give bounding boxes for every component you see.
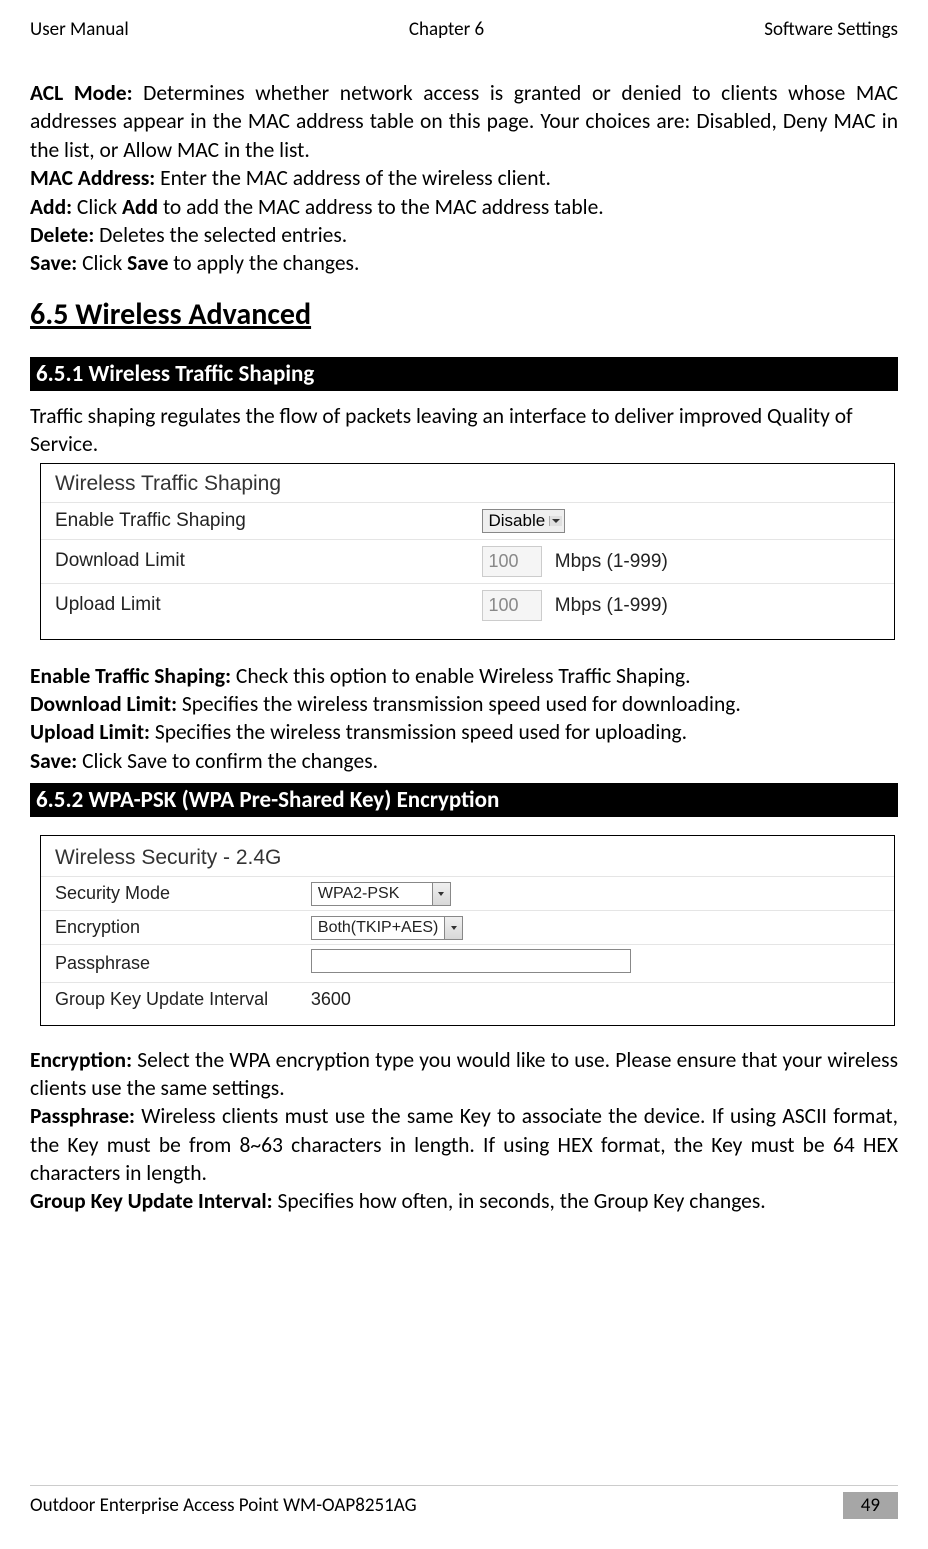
save-ts-label: Save:: [30, 748, 77, 774]
passphrase-desc-label: Passphrase:: [30, 1103, 135, 1129]
header-center: Chapter 6: [409, 18, 484, 41]
chevron-down-icon: [444, 917, 462, 939]
encryption-label: Encryption: [41, 911, 297, 945]
table-row: Enable Traffic Shaping Disable: [41, 502, 894, 539]
security-mode-label: Security Mode: [41, 877, 297, 911]
save-text-post: to apply the changes.: [168, 250, 359, 276]
upload-limit-input[interactable]: 100: [482, 590, 542, 621]
table-row: Security Mode WPA2-PSK: [41, 877, 894, 911]
add-text-post: to add the MAC address to the MAC addres…: [158, 194, 604, 220]
save-text-pre: Click: [77, 250, 127, 276]
ul-limit-label: Upload Limit:: [30, 719, 150, 745]
subsection-6-5-1-header: 6.5.1 Wireless Traffic Shaping: [30, 357, 898, 391]
page-footer: Outdoor Enterprise Access Point WM-OAP82…: [30, 1485, 898, 1519]
section-6-5-title: 6.5 Wireless Advanced: [30, 296, 898, 333]
download-limit-label: Download Limit: [41, 539, 468, 583]
delete-label: Delete:: [30, 222, 94, 248]
passphrase-input[interactable]: [311, 949, 631, 973]
footer-page-number: 49: [843, 1492, 898, 1519]
delete-text: Deletes the selected entries.: [94, 222, 347, 248]
page-header: User Manual Chapter 6 Software Settings: [30, 18, 898, 41]
table-row: Download Limit 100 Mbps (1-999): [41, 539, 894, 583]
add-label: Add:: [30, 194, 72, 220]
mac-address-label: MAC Address:: [30, 165, 155, 191]
download-limit-unit: Mbps (1-999): [555, 551, 668, 572]
security-mode-value: WPA2-PSK: [312, 883, 432, 905]
ul-limit-text: Specifies the wireless transmission spee…: [150, 719, 687, 745]
definitions-block-1: ACL Mode: Determines whether network acc…: [30, 79, 898, 278]
group-key-label: Group Key Update Interval: [41, 983, 297, 1017]
encryption-desc-text: Select the WPA encryption type you would…: [30, 1047, 898, 1101]
dl-limit-label: Download Limit:: [30, 691, 177, 717]
enable-ts-label: Enable Traffic Shaping:: [30, 663, 231, 689]
save-bold: Save: [127, 250, 168, 276]
dl-limit-text: Specifies the wireless transmission spee…: [177, 691, 741, 717]
table-row: Group Key Update Interval 3600: [41, 983, 894, 1017]
upload-limit-unit: Mbps (1-999): [555, 595, 668, 616]
download-limit-input[interactable]: 100: [482, 546, 542, 577]
enable-traffic-select[interactable]: Disable: [482, 509, 566, 533]
traffic-shaping-panel-title: Wireless Traffic Shaping: [41, 470, 894, 502]
enable-traffic-value: Disable: [489, 511, 546, 531]
mac-address-text: Enter the MAC address of the wireless cl…: [155, 165, 551, 191]
enable-ts-text: Check this option to enable Wireless Tra…: [231, 663, 691, 689]
header-right: Software Settings: [764, 18, 898, 41]
traffic-shaping-intro: Traffic shaping regulates the flow of pa…: [30, 403, 898, 459]
encryption-select[interactable]: Both(TKIP+AES): [311, 916, 464, 940]
group-key-value: 3600: [311, 989, 351, 1009]
footer-product: Outdoor Enterprise Access Point WM-OAP82…: [30, 1494, 417, 1517]
subsection-6-5-2-header: 6.5.2 WPA-PSK (WPA Pre-Shared Key) Encry…: [30, 783, 898, 817]
encryption-value: Both(TKIP+AES): [312, 917, 445, 939]
traffic-shaping-descriptions: Enable Traffic Shaping: Check this optio…: [30, 662, 898, 776]
save-ts-text: Click Save to confirm the changes.: [77, 748, 378, 774]
gki-desc-text: Specifies how often, in seconds, the Gro…: [273, 1188, 766, 1214]
add-bold: Add: [122, 194, 158, 220]
acl-mode-label: ACL Mode:: [30, 80, 133, 106]
table-row: Encryption Both(TKIP+AES): [41, 911, 894, 945]
upload-limit-label: Upload Limit: [41, 583, 468, 627]
security-descriptions: Encryption: Select the WPA encryption ty…: [30, 1046, 898, 1216]
traffic-shaping-table: Enable Traffic Shaping Disable Download …: [41, 502, 894, 627]
enable-traffic-label: Enable Traffic Shaping: [41, 502, 468, 539]
gki-desc-label: Group Key Update Interval:: [30, 1188, 273, 1214]
save-label: Save:: [30, 250, 77, 276]
add-text-pre: Click: [72, 194, 122, 220]
wireless-security-table: Security Mode WPA2-PSK Encryption Both(T…: [41, 876, 894, 1017]
passphrase-label: Passphrase: [41, 945, 297, 983]
wireless-security-panel: Wireless Security - 2.4G Security Mode W…: [40, 835, 895, 1026]
chevron-down-icon: [549, 516, 562, 526]
table-row: Upload Limit 100 Mbps (1-999): [41, 583, 894, 627]
table-row: Passphrase: [41, 945, 894, 983]
security-mode-select[interactable]: WPA2-PSK: [311, 882, 451, 906]
encryption-desc-label: Encryption:: [30, 1047, 132, 1073]
chevron-down-icon: [432, 883, 450, 905]
passphrase-desc-text: Wireless clients must use the same Key t…: [30, 1103, 898, 1186]
header-left: User Manual: [30, 18, 129, 41]
traffic-shaping-panel: Wireless Traffic Shaping Enable Traffic …: [40, 463, 895, 640]
acl-mode-text: Determines whether network access is gra…: [30, 80, 898, 163]
wireless-security-title: Wireless Security - 2.4G: [41, 844, 894, 876]
